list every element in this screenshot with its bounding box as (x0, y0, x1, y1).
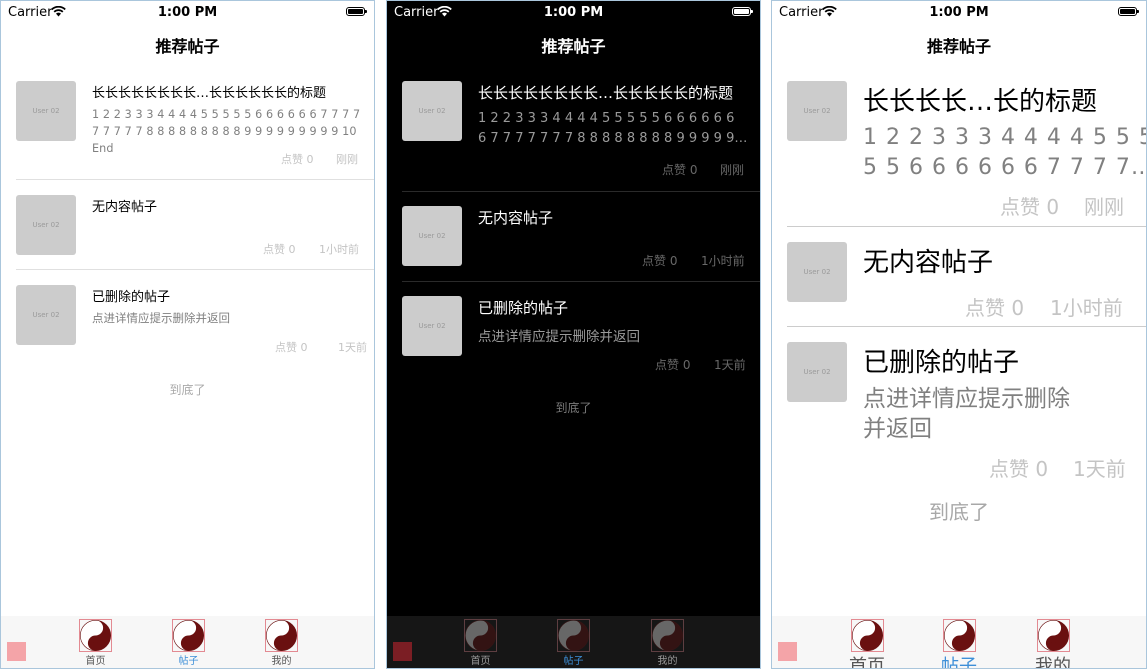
tab-home[interactable]: 首页 (464, 619, 497, 667)
post-title: 已删除的帖子 (863, 348, 1020, 378)
divider (787, 226, 1146, 227)
nav-title: 推荐帖子 (155, 37, 220, 56)
post-title: 无内容帖子 (478, 209, 554, 227)
yin-yang-icon (265, 619, 298, 652)
post-time: 1天前 (1073, 457, 1126, 481)
post-thumbnail: User 02 (402, 296, 462, 356)
post-likes: 点赞 0 (263, 243, 296, 256)
status-bar: Carrier 1:00 PM (772, 1, 1146, 25)
end-of-list-label: 到底了 (929, 500, 989, 524)
post-thumbnail: User 02 (787, 242, 847, 302)
tab-label: 首页 (470, 656, 491, 667)
tab-label: 帖子 (563, 656, 584, 667)
tab-posts[interactable]: 帖子 (172, 619, 205, 667)
post-thumbnail: User 02 (402, 206, 462, 266)
post-likes: 点赞 0 (662, 163, 698, 177)
nav-title: 推荐帖子 (926, 37, 991, 56)
battery-icon (346, 7, 367, 16)
divider (16, 179, 374, 180)
status-time: 1:00 PM (929, 5, 989, 20)
tab-profile[interactable]: 我的 (1035, 619, 1071, 668)
tab-label: 帖子 (941, 656, 977, 669)
status-bar: Carrier 1:00 PM (1, 1, 374, 25)
tab-posts[interactable]: 帖子 (557, 619, 590, 667)
post-likes: 点赞 0 (989, 457, 1049, 481)
yin-yang-icon (942, 619, 976, 652)
post-time: 1天前 (714, 358, 746, 372)
tab-bar: 首页 帖子 我的 (772, 616, 1146, 668)
divider (16, 269, 374, 270)
tab-posts[interactable]: 帖子 (941, 619, 977, 668)
battery-icon (732, 7, 753, 16)
divider (402, 281, 760, 282)
status-time: 1:00 PM (157, 5, 218, 20)
post-title: 已删除的帖子 (92, 290, 171, 305)
yin-yang-icon (557, 619, 590, 652)
post-time: 1小时前 (319, 243, 359, 256)
status-bar: Carrier 1:00 PM (387, 1, 760, 25)
yin-yang-icon (850, 619, 884, 652)
yin-yang-icon (651, 619, 684, 652)
phone-light-default: Carrier 1:00 PM 推荐帖子 User 02 长长长长长长长长…长长… (0, 0, 375, 669)
end-of-list-label: 到底了 (555, 401, 592, 415)
post-time: 1小时前 (701, 254, 745, 268)
post-time: 刚刚 (1084, 195, 1124, 219)
post-thumbnail: User 02 (16, 81, 76, 141)
post-content: 点进详情应提示删除并返回 (92, 311, 230, 325)
post-time: 刚刚 (336, 153, 358, 166)
post-likes: 点赞 0 (642, 254, 678, 268)
tab-bar: 首页 帖子 我的 (387, 616, 760, 668)
post-title: 长长长长…长的标题 (863, 87, 1098, 117)
tab-label: 首页 (85, 656, 106, 667)
yin-yang-icon (1036, 619, 1070, 652)
corner-square (393, 642, 412, 661)
tab-label: 首页 (849, 656, 885, 669)
post-thumbnail: User 02 (787, 342, 847, 402)
post-time: 1小时前 (1050, 296, 1123, 320)
tab-label: 我的 (1035, 656, 1071, 669)
nav-title: 推荐帖子 (541, 37, 606, 56)
tab-label: 帖子 (178, 656, 199, 667)
yin-yang-icon (172, 619, 205, 652)
post-title: 长长长长长长长长…长长长长长长的标题 (92, 86, 327, 101)
yin-yang-icon (79, 619, 112, 652)
post-likes: 点赞 0 (281, 153, 314, 166)
tab-label: 我的 (271, 656, 292, 667)
post-content: 1 2 2 3 3 3 4 4 4 4 5 5 5 5 5 6 6 6 6 6 … (92, 108, 361, 155)
post-thumbnail: User 02 (402, 81, 462, 141)
tab-profile[interactable]: 我的 (651, 619, 684, 667)
post-title: 已删除的帖子 (478, 299, 569, 317)
tab-bar: 首页 帖子 我的 (1, 616, 374, 668)
post-likes: 点赞 0 (655, 358, 691, 372)
phone-dark-mode: Carrier 1:00 PM 推荐帖子 User 02 长长长长长长长长…长长… (386, 0, 761, 669)
post-content: 点进详情应提示删除并返回 (478, 329, 640, 345)
divider (402, 191, 760, 192)
tab-profile[interactable]: 我的 (265, 619, 298, 667)
post-thumbnail: User 02 (16, 195, 76, 255)
post-likes: 点赞 0 (1000, 195, 1060, 219)
tab-home[interactable]: 首页 (79, 619, 112, 667)
post-time: 1天前 (338, 341, 367, 354)
battery-icon (1118, 7, 1139, 16)
corner-square (7, 642, 26, 661)
post-thumbnail: User 02 (16, 285, 76, 345)
post-time: 刚刚 (720, 163, 745, 177)
yin-yang-icon (464, 619, 497, 652)
post-likes: 点赞 0 (965, 296, 1025, 320)
post-content: 1 2 2 3 3 3 4 4 4 4 5 5 5 5 5 6 6 6 6 6 … (863, 125, 1147, 180)
tab-home[interactable]: 首页 (849, 619, 885, 668)
status-time: 1:00 PM (543, 5, 604, 20)
post-title: 长长长长长长长长…长长长长长的标题 (478, 84, 734, 102)
post-content: 点进详情应提示删除 并返回 (863, 386, 1070, 442)
post-content: 1 2 2 3 3 3 4 4 4 4 5 5 5 5 5 6 6 6 6 6 … (478, 111, 748, 146)
post-likes: 点赞 0 (275, 341, 308, 354)
end-of-list-label: 到底了 (169, 383, 206, 397)
tab-label: 我的 (657, 656, 678, 667)
post-thumbnail: User 02 (787, 81, 847, 141)
post-title: 无内容帖子 (92, 200, 158, 215)
divider (787, 326, 1146, 327)
post-title: 无内容帖子 (863, 248, 994, 278)
phone-large-text: Carrier 1:00 PM 推荐帖子 User 02 长长长长…长的标题 1… (771, 0, 1147, 669)
corner-square (778, 642, 797, 661)
